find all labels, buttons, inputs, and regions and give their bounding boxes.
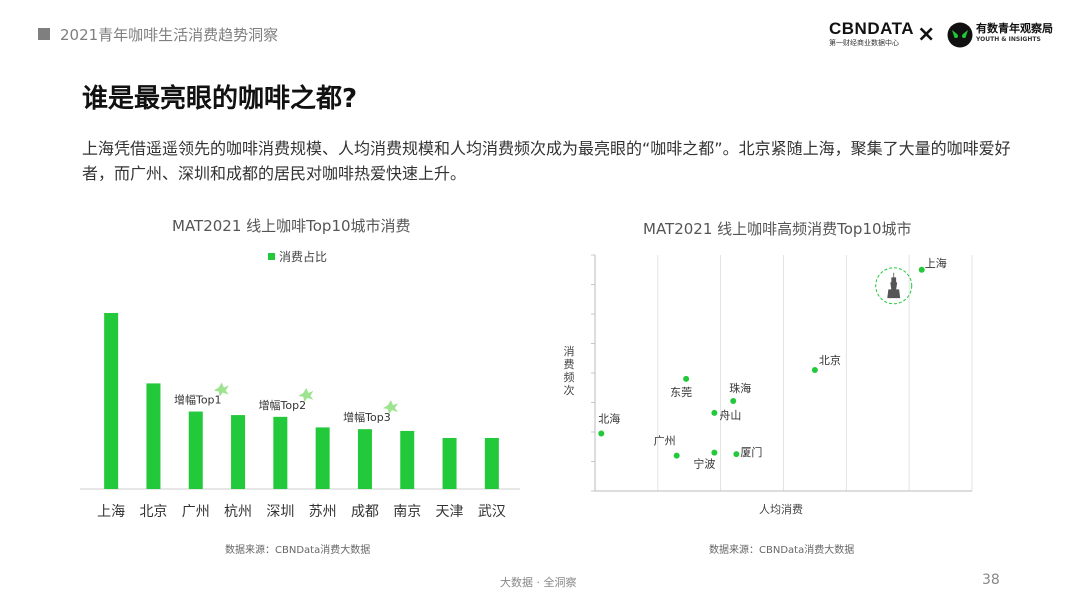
- y-axis-label: 消: [564, 344, 575, 358]
- growth-annotation: 增幅Top1: [174, 393, 222, 407]
- youth-logo-name: 有数青年观察局: [976, 22, 1053, 35]
- x-tick-label: 广州: [182, 504, 210, 520]
- bar-北京: [146, 383, 161, 489]
- point-北京: [811, 367, 818, 374]
- point-北海: [598, 430, 605, 437]
- tv-tower-icon: [887, 272, 901, 299]
- legend-label: 消费占比: [279, 249, 327, 264]
- bar-深圳: [273, 416, 288, 489]
- point-label: 上海: [925, 256, 947, 270]
- point-label: 广州: [654, 435, 676, 448]
- owl-logo-icon: [947, 22, 973, 48]
- bar-chart-source: 数据来源：CBNData消费大数据: [225, 545, 371, 556]
- point-宁波: [711, 449, 718, 456]
- legend-swatch: [268, 253, 275, 260]
- bar-chart-title: MAT2021 线上咖啡Top10城市消费: [172, 217, 411, 235]
- point-广州: [673, 452, 680, 459]
- page-number: 38: [982, 572, 1000, 588]
- x-tick-label: 武汉: [478, 504, 506, 520]
- scatter-chart-title: MAT2021 线上咖啡高频消费Top10城市: [643, 220, 912, 238]
- point-label: 舟山: [719, 408, 741, 422]
- scatter-chart: 人均消费 消费频次 上海北京东莞 珠海舟山 北海广州宁波 厦门: [564, 254, 973, 516]
- point-label: 北海: [598, 411, 620, 425]
- bar-杭州: [231, 415, 246, 489]
- y-axis-label: 费: [564, 358, 575, 371]
- bar-天津: [442, 437, 457, 489]
- bar-武汉: [484, 437, 499, 489]
- point-珠海: [730, 398, 737, 405]
- bar-上海: [104, 313, 119, 489]
- x-tick-label: 苏州: [309, 504, 337, 520]
- bar-成都: [357, 429, 372, 489]
- cbndata-logo-subtitle: 第一财经商业数据中心: [829, 39, 899, 47]
- scatter-chart-source: 数据来源：CBNData消费大数据: [709, 545, 855, 556]
- y-axis-label: 次: [564, 383, 575, 397]
- cbndata-logo-name: CBNDATA: [829, 19, 915, 38]
- x-tick-label: 上海: [97, 504, 125, 520]
- bar-苏州: [315, 427, 330, 489]
- cbndata-logo: CBNDATA 第一财经商业数据中心: [829, 19, 915, 54]
- bar-南京: [400, 430, 415, 489]
- x-tick-label: 成都: [351, 504, 379, 520]
- point-label: 东莞: [670, 386, 692, 399]
- bar-chart: 消费占比上海 北京 广州 杭州 深圳 苏州 成都 南京 天津 武汉 增幅Top1 增幅Top2 增幅To…: [80, 249, 520, 520]
- x-tick-label: 天津: [436, 504, 464, 520]
- y-axis-label: 频: [564, 370, 575, 384]
- x-tick-label: 深圳: [266, 504, 294, 520]
- header-square-icon: [38, 28, 50, 40]
- point-label: 北京: [819, 353, 841, 367]
- bar-广州: [188, 411, 203, 489]
- page-title: 谁是最亮眼的咖啡之都?: [82, 84, 358, 114]
- point-label: 宁波: [693, 457, 715, 471]
- point-舟山: [711, 409, 718, 416]
- x-axis-label: 人均消费: [759, 502, 803, 516]
- youth-insights-logo: 有数青年观察局 YOUTH & INSIGHTS: [976, 22, 1056, 44]
- x-tick-label: 北京: [139, 504, 167, 520]
- footer-slogan: 大数据 · 全洞察: [500, 576, 577, 589]
- x-tick-label: 杭州: [224, 504, 252, 520]
- point-厦门: [733, 451, 740, 458]
- youth-logo-subtitle: YOUTH & INSIGHTS: [976, 36, 1041, 43]
- x-tick-label: 南京: [393, 504, 421, 520]
- intro-paragraph: 上海凭借遥遥领先的咖啡消费规模、人均消费规模和人均消费频次成为最亮眼的“咖啡之都…: [82, 139, 1011, 183]
- growth-annotation: 增幅Top3: [343, 410, 391, 424]
- point-东莞: [683, 375, 690, 382]
- point-label: 珠海: [729, 381, 751, 395]
- header-title: 2021青年咖啡生活消费趋势洞察: [60, 26, 279, 44]
- collaboration-x-icon: ×: [917, 22, 936, 47]
- growth-annotation: 增幅Top2: [259, 398, 307, 412]
- point-label: 厦门: [740, 445, 762, 459]
